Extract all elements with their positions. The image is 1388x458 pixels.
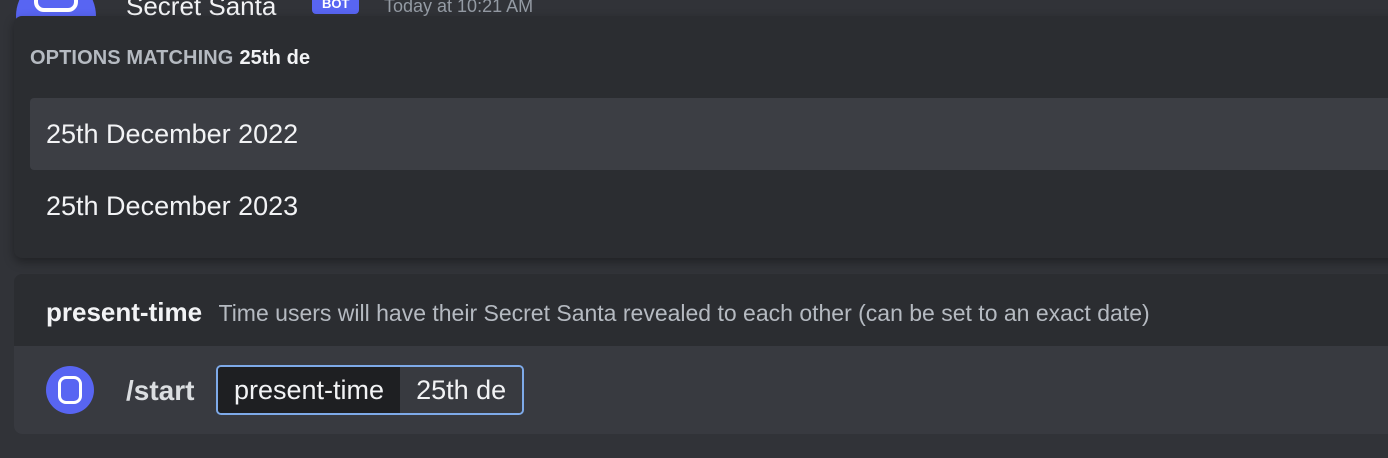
command-app-avatar (46, 366, 94, 414)
autocomplete-option[interactable]: 25th December 2022 (30, 98, 1388, 170)
command-name[interactable]: /start (126, 374, 194, 408)
autocomplete-header: OPTIONS MATCHING 25th de (30, 46, 310, 70)
autocomplete-query: 25th de (239, 47, 311, 69)
autocomplete-header-prefix: OPTIONS MATCHING (30, 47, 234, 69)
parameter-hint: present-time Time users will have their … (46, 296, 1150, 333)
santa-icon (58, 376, 82, 404)
bot-badge: BOT (312, 0, 360, 14)
parameter-description: Time users will have their Secret Santa … (218, 300, 1150, 326)
command-panel: present-time Time users will have their … (14, 274, 1388, 434)
parameter-name: present-time (46, 297, 203, 327)
autocomplete-option[interactable]: 25th December 2023 (30, 170, 1388, 242)
option-chip-value[interactable]: 25th de (400, 367, 523, 413)
santa-icon (34, 0, 78, 12)
message-input[interactable]: /start present-time 25th de (14, 346, 1388, 434)
autocomplete-popup: OPTIONS MATCHING 25th de 25th December 20… (14, 16, 1388, 258)
option-chip[interactable]: present-time 25th de (216, 365, 525, 415)
option-chip-name[interactable]: present-time (218, 367, 401, 413)
